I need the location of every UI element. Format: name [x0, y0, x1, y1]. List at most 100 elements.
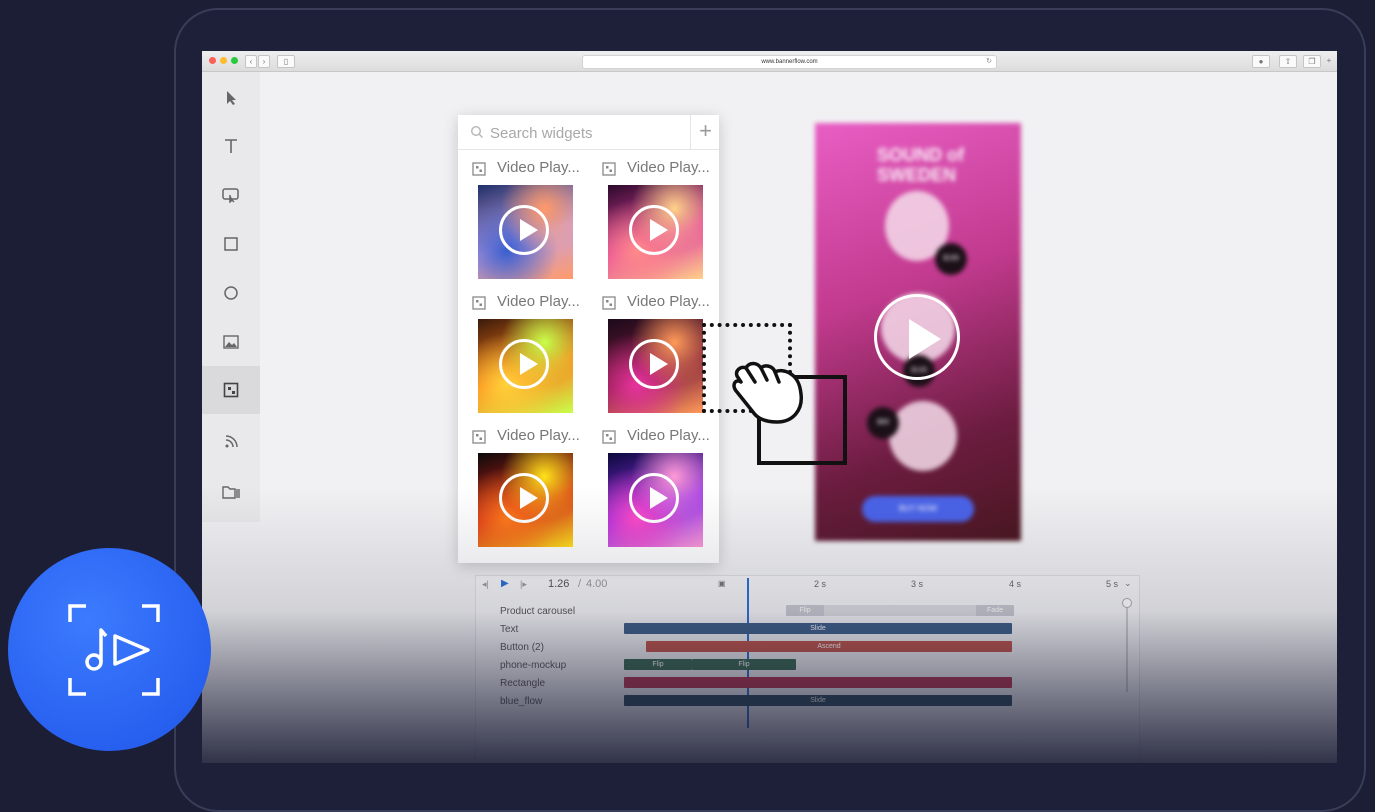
current-time: 1.26 — [548, 578, 570, 590]
text-tool[interactable] — [202, 122, 260, 170]
play-icon[interactable]: ▶ — [501, 578, 509, 589]
search-icon — [470, 125, 483, 138]
address-bar[interactable]: www.bannerflow.com ↻ — [582, 55, 997, 69]
anim-bar-slide[interactable]: Slide — [624, 623, 1012, 634]
widget-icon — [472, 296, 486, 310]
feed-tool[interactable] — [202, 418, 260, 466]
library-tool[interactable] — [202, 468, 260, 516]
anim-bar-flip[interactable]: Flip — [624, 659, 692, 670]
layer-name[interactable]: Product carousel — [500, 606, 575, 617]
buy-now-button[interactable]: BUY NOW — [862, 496, 974, 522]
zoom-slider[interactable] — [1126, 600, 1128, 692]
widget-search-bar: + — [458, 115, 719, 150]
library-icon — [222, 486, 240, 499]
anim-bar-flip[interactable]: Flip — [692, 659, 796, 670]
image-tool[interactable] — [202, 318, 260, 366]
widget-item[interactable]: Video Play... — [458, 287, 584, 415]
tool-sidebar — [202, 72, 260, 522]
zoom-handle[interactable] — [1122, 598, 1132, 608]
widget-name: Video Play... — [497, 293, 580, 310]
forward-icon[interactable]: |▸ — [520, 579, 527, 590]
select-tool[interactable] — [202, 74, 260, 122]
widget-icon — [602, 162, 616, 176]
total-time: 4.00 — [586, 578, 608, 590]
widget-label-row: Video Play... — [458, 293, 584, 311]
reload-icon[interactable]: ↻ — [986, 56, 992, 68]
widget-name: Video Play... — [497, 159, 580, 176]
price-badge-3: $99 — [867, 407, 899, 439]
widget-icon — [602, 430, 616, 444]
video-thumbnail[interactable] — [608, 319, 703, 413]
layer-name[interactable]: Text — [500, 624, 518, 635]
banner-play-icon[interactable] — [874, 294, 960, 380]
layer-name[interactable]: Rectangle — [500, 678, 545, 689]
widget-name: Video Play... — [627, 427, 710, 444]
new-tab-icon[interactable]: + — [1324, 55, 1334, 66]
browser-titlebar: ‹ › ▯ www.bannerflow.com ↻ ● ⇧ ❐ + — [202, 51, 1337, 72]
widget-item[interactable]: Video Play... — [588, 153, 714, 281]
play-icon — [499, 205, 549, 255]
widget-name: Video Play... — [627, 293, 710, 310]
anim-bar-fade[interactable]: Fade — [976, 605, 1014, 616]
back-button[interactable]: ‹ — [245, 55, 257, 68]
widget-label-row: Video Play... — [588, 427, 714, 445]
text-icon — [225, 139, 237, 153]
rewind-icon[interactable]: ◂| — [482, 579, 489, 590]
keyframe-icon[interactable]: ▣ — [718, 579, 726, 588]
tick-5s: 5 s — [1106, 579, 1119, 589]
anim-bar[interactable] — [824, 605, 976, 616]
anim-bar-ascend[interactable]: Ascend — [646, 641, 1012, 652]
forward-button[interactable]: › — [258, 55, 270, 68]
video-thumbnail[interactable] — [608, 453, 703, 547]
widget-item[interactable]: Video Play... — [588, 421, 714, 549]
tabs-icon[interactable]: ❐ — [1303, 55, 1321, 68]
layer-name[interactable]: blue_flow — [500, 696, 542, 707]
banner-title-line2: SWEDEN — [877, 165, 957, 185]
price-badge-1: $199 — [935, 243, 967, 275]
widget-search-input[interactable] — [488, 121, 682, 145]
music-video-icon — [68, 604, 160, 696]
widget-name: Video Play... — [497, 427, 580, 444]
widget-icon — [602, 296, 616, 310]
play-icon — [629, 205, 679, 255]
widget-label-row: Video Play... — [588, 293, 714, 311]
video-thumbnail[interactable] — [608, 185, 703, 279]
rectangle-tool[interactable] — [202, 220, 260, 268]
timeline-panel: ◂| ▶ |▸ 1.26 / 4.00 ▣ 2 s 3 s 4 s 5 s ⌄ … — [475, 575, 1140, 763]
layer-name[interactable]: phone-mockup — [500, 660, 566, 671]
widget-item[interactable]: Video Play... — [458, 421, 584, 549]
widget-tool[interactable] — [202, 366, 260, 414]
download-icon[interactable]: ● — [1252, 55, 1270, 68]
anim-bar[interactable] — [624, 677, 1012, 688]
banner-title: SOUND of SWEDEN — [877, 145, 964, 185]
layer-name[interactable]: Button (2) — [500, 642, 544, 653]
tick-4s: 4 s — [1009, 579, 1022, 589]
widget-icon — [472, 162, 486, 176]
tick-3s: 3 s — [911, 579, 924, 589]
select-icon — [227, 91, 236, 105]
rectangle-icon — [224, 237, 238, 251]
play-icon — [499, 339, 549, 389]
close-light[interactable] — [209, 57, 216, 64]
video-thumbnail[interactable] — [478, 319, 573, 413]
minimize-light[interactable] — [220, 57, 227, 64]
widget-item[interactable]: Video Play... — [588, 287, 714, 415]
widget-icon — [472, 430, 486, 444]
video-thumbnail[interactable] — [478, 185, 573, 279]
video-tool[interactable] — [202, 171, 260, 219]
ellipse-tool[interactable] — [202, 269, 260, 317]
address-text: www.bannerflow.com — [761, 59, 818, 65]
anim-bar-flip[interactable]: Flip — [786, 605, 824, 616]
grab-hand-icon — [732, 361, 803, 424]
add-widget-button[interactable]: + — [690, 115, 720, 149]
banner-title-line1: SOUND of — [877, 145, 964, 165]
zoom-light[interactable] — [231, 57, 238, 64]
video-thumbnail[interactable] — [478, 453, 573, 547]
widget-library-panel: + Video Play... Video Play... Video Play..… — [458, 115, 719, 563]
anim-bar-slide[interactable]: Slide — [624, 695, 1012, 706]
widget-item[interactable]: Video Play... — [458, 153, 584, 281]
chevron-down-icon[interactable]: ⌄ — [1124, 578, 1132, 589]
share-icon[interactable]: ⇧ — [1279, 55, 1297, 68]
sidebar-toggle-icon[interactable]: ▯ — [277, 55, 295, 68]
ellipse-icon — [224, 286, 238, 300]
